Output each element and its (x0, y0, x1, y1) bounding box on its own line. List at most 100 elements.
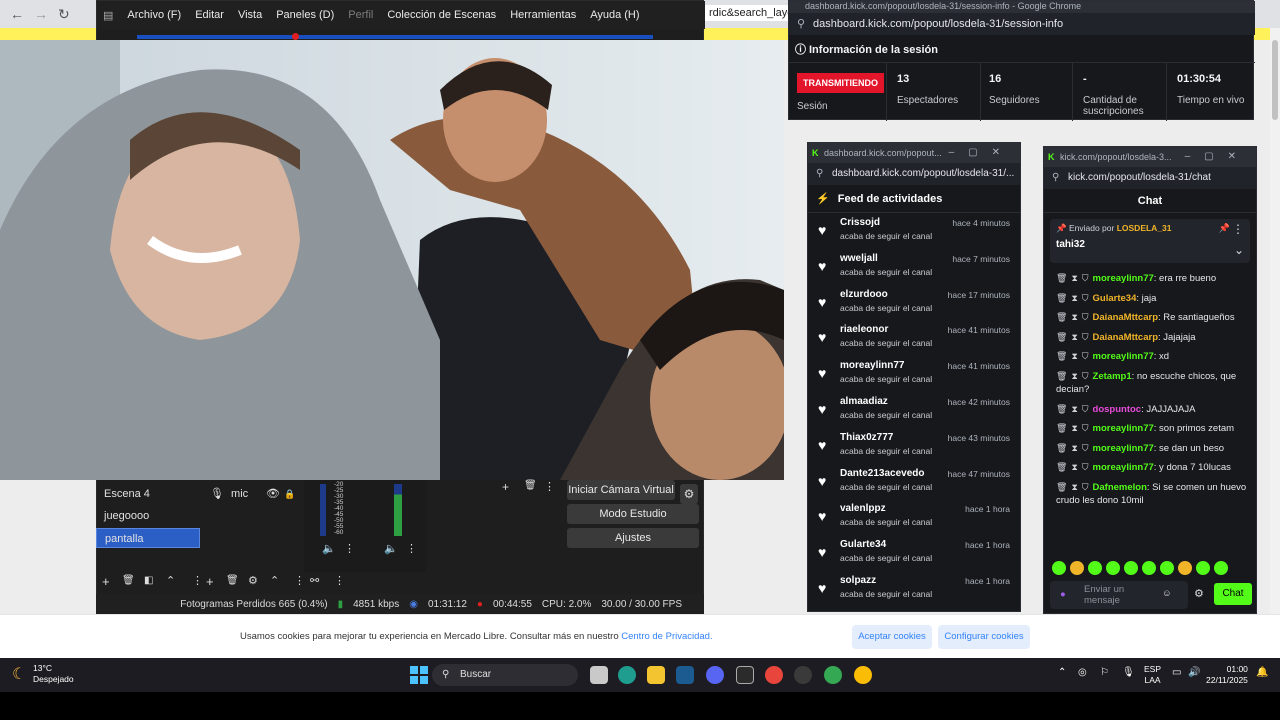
clock[interactable]: 01:00 22/11/2025 (1206, 664, 1248, 686)
menu-herramientas[interactable]: Herramientas (510, 9, 576, 21)
emote-icon[interactable] (1178, 561, 1192, 575)
menu-archivo[interactable]: Archivo (F) (127, 9, 181, 21)
menu-coleccion-escenas[interactable]: Colección de Escenas (387, 9, 496, 21)
kebab-menu-icon[interactable]: ⋮ (406, 542, 417, 555)
tray-icon[interactable]: ⚐ (1100, 667, 1109, 678)
chat-username[interactable]: moreaylinn77 (1093, 273, 1154, 284)
eye-icon[interactable]: 👁 (266, 482, 280, 506)
trash-icon[interactable]: 🗑 (1056, 462, 1067, 472)
accept-cookies-button[interactable]: Aceptar cookies (852, 625, 932, 649)
trash-icon[interactable]: 🗑 (524, 480, 537, 491)
back-icon[interactable]: ← (10, 6, 24, 22)
lock-icon[interactable]: 🔒 (284, 482, 295, 506)
scene-item[interactable]: juegoooo (96, 506, 200, 526)
scene-item-selected[interactable]: pantalla (96, 528, 200, 548)
kebab-menu-icon[interactable]: ⋮ (294, 574, 305, 587)
trash-icon[interactable]: 🗑 (1056, 423, 1067, 433)
timeout-icon[interactable]: ⧗ (1071, 371, 1077, 381)
filter-icon[interactable]: ◧ (144, 575, 153, 586)
chat-username[interactable]: Dafnemelon (1093, 482, 1147, 493)
tray-icon[interactable]: ◎ (1078, 667, 1087, 678)
audio-settings-icon[interactable]: ⚯ (310, 574, 319, 587)
trash-icon[interactable]: 🗑 (226, 575, 239, 586)
epic-games-icon[interactable] (736, 666, 754, 684)
trash-icon[interactable]: 🗑 (1056, 332, 1067, 342)
chat-username[interactable]: moreaylinn77 (1093, 462, 1154, 473)
emoji-icon[interactable]: ☺ (1162, 588, 1172, 599)
trash-icon[interactable]: 🗑 (1056, 371, 1067, 381)
file-explorer-icon[interactable] (647, 666, 665, 684)
steam-icon[interactable] (676, 666, 694, 684)
menu-paneles[interactable]: Paneles (D) (276, 9, 334, 21)
emote-icon[interactable] (1160, 561, 1174, 575)
site-settings-icon[interactable]: ⚲ (1052, 167, 1059, 189)
timeout-icon[interactable]: ⧗ (1071, 351, 1077, 361)
emote-icon[interactable] (1124, 561, 1138, 575)
chat-username[interactable]: Zetamp1 (1093, 371, 1132, 382)
speaker-icon[interactable]: 🔈 (322, 542, 336, 555)
gear-icon[interactable]: ⚙ (248, 574, 258, 587)
studio-mode-button[interactable]: Modo Estudio (567, 504, 699, 524)
kebab-menu-icon[interactable]: ⋮ (334, 574, 345, 587)
trash-icon[interactable]: 🗑 (1056, 404, 1067, 414)
timeout-icon[interactable]: ⧗ (1071, 312, 1077, 322)
chrome-icon[interactable] (765, 666, 783, 684)
volume-icon[interactable]: 🔊 (1188, 667, 1200, 678)
weather-moon-icon[interactable]: ☾ (12, 664, 26, 684)
chevron-up-icon[interactable]: ⌃ (1058, 667, 1066, 678)
chat-username[interactable]: Gularte34 (1093, 293, 1137, 304)
emote-icon[interactable] (1088, 561, 1102, 575)
timeout-icon[interactable]: ⧗ (1071, 482, 1077, 492)
language-indicator[interactable]: ESP LAA (1144, 664, 1161, 686)
task-view-icon[interactable] (590, 666, 608, 684)
site-settings-icon[interactable]: ⚲ (797, 13, 805, 35)
timeout-icon[interactable]: ⧗ (1071, 293, 1077, 303)
timeout-icon[interactable]: ⧗ (1071, 273, 1077, 283)
chat-settings-icon[interactable]: ⚙ (1194, 587, 1204, 600)
address-bar[interactable]: ⚲ dashboard.kick.com/popout/losdela-31/s… (789, 13, 1255, 35)
forward-icon[interactable]: → (34, 6, 48, 22)
source-item[interactable]: 🎙 mic 👁 🔒 (204, 482, 304, 506)
add-icon[interactable]: + (502, 480, 509, 494)
emote-icon[interactable] (1052, 561, 1066, 575)
scene-item[interactable]: Escena 4 (96, 484, 200, 504)
chevron-up-icon[interactable]: ⌃ (166, 574, 175, 587)
chevron-down-icon[interactable]: ⌄ (1234, 243, 1244, 257)
address-bar[interactable]: ⚲ kick.com/popout/losdela-31/chat (1044, 167, 1256, 189)
windows-start-icon[interactable] (410, 666, 428, 684)
kebab-menu-icon[interactable]: ⋮ (1232, 222, 1244, 236)
emote-icon[interactable] (1106, 561, 1120, 575)
settings-button[interactable]: Ajustes (567, 528, 699, 548)
add-scene-icon[interactable]: + (102, 574, 110, 589)
emote-icon[interactable] (1070, 561, 1084, 575)
trash-icon[interactable]: 🗑 (122, 575, 135, 586)
chrome-icon[interactable] (854, 666, 872, 684)
start-virtual-camera-button[interactable]: Iniciar Cámara Virtual (567, 480, 675, 500)
configure-cookies-button[interactable]: Configurar cookies (938, 625, 1030, 649)
microphone-icon[interactable]: 🎙 (1122, 667, 1135, 678)
taskbar-search[interactable]: ⚲ Buscar (432, 664, 578, 686)
chat-username[interactable]: DaianaMttcarp (1093, 312, 1158, 323)
notification-icon[interactable]: 🔔 (1256, 667, 1268, 678)
speaker-icon[interactable]: 🔈 (384, 542, 398, 555)
add-source-icon[interactable]: + (206, 574, 214, 589)
chat-username[interactable]: moreaylinn77 (1093, 423, 1154, 434)
kebab-menu-icon[interactable]: ⋮ (192, 574, 203, 587)
trash-icon[interactable]: 🗑 (1056, 293, 1067, 303)
timeout-icon[interactable]: ⧗ (1071, 404, 1077, 414)
timeout-icon[interactable]: ⧗ (1071, 423, 1077, 433)
timeout-icon[interactable]: ⧗ (1071, 462, 1077, 472)
pinned-message[interactable]: 📌 Enviado por LOSDELA_31 tahi32 📌 ⋮ ⌄ (1050, 219, 1250, 263)
chat-username[interactable]: dospuntoc (1093, 404, 1142, 415)
chat-username[interactable]: DaianaMttcarp (1093, 332, 1158, 343)
site-settings-icon[interactable]: ⚲ (816, 163, 823, 185)
chevron-up-icon[interactable]: ⌃ (270, 574, 279, 587)
chrome-icon[interactable] (824, 666, 842, 684)
discord-icon[interactable] (706, 666, 724, 684)
emote-icon[interactable] (1196, 561, 1210, 575)
trash-icon[interactable]: 🗑 (1056, 273, 1067, 283)
menu-vista[interactable]: Vista (238, 9, 262, 21)
weather-widget[interactable]: 13°C Despejado (33, 663, 74, 685)
trash-icon[interactable]: 🗑 (1056, 482, 1067, 492)
kebab-menu-icon[interactable]: ⋮ (544, 480, 555, 493)
